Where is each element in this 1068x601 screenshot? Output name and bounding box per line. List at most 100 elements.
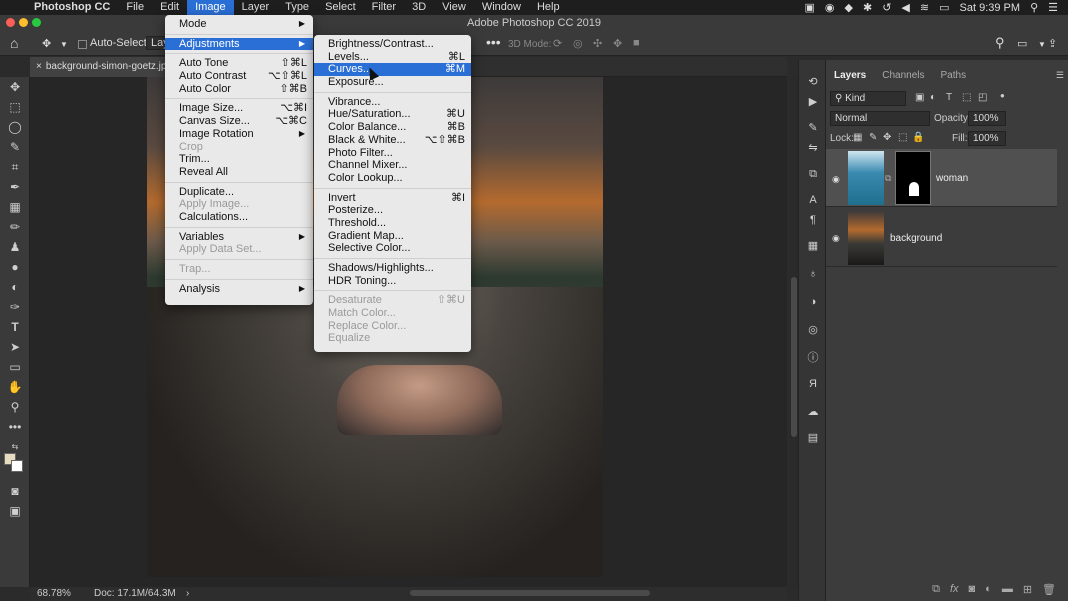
opacity-field[interactable]: 100% [968, 111, 1006, 126]
panel-menu-icon[interactable]: ☰ [1056, 70, 1064, 81]
dropbox-icon[interactable]: ◆ [845, 1, 853, 14]
tab-paths[interactable]: Paths [933, 67, 975, 85]
submenu-item-black-white[interactable]: Black & White... ⌥⇧⌘B [314, 134, 471, 147]
background-color-swatch[interactable] [11, 460, 23, 472]
swatches-icon[interactable]: ◎ [805, 322, 821, 338]
menu-image[interactable]: Image [187, 0, 234, 15]
submenu-item-curves[interactable]: Curves... ⌘M [314, 63, 471, 77]
type-tool-icon[interactable]: T [6, 319, 24, 335]
lightbulb-icon[interactable]: ♁ [805, 266, 821, 282]
link-layers-icon[interactable]: ⧉ [932, 583, 940, 596]
layer-mask-thumbnail[interactable] [895, 151, 931, 205]
marquee-tool-icon[interactable]: ⬚ [6, 99, 24, 115]
menu-item-auto-color[interactable]: Auto Color ⇧⌘B [165, 83, 313, 96]
menu-select[interactable]: Select [317, 0, 364, 15]
fill-field[interactable]: 100% [968, 131, 1006, 146]
battery-icon[interactable]: ▭ [939, 1, 949, 14]
submenu-item-color-balance[interactable]: Color Balance... ⌘B [314, 121, 471, 134]
menu-item-image-size[interactable]: Image Size... ⌥⌘I [165, 102, 313, 115]
link-icon[interactable]: ⧉ [885, 173, 891, 184]
healing-brush-tool-icon[interactable]: ▦ [6, 199, 24, 215]
submenu-item-vibrance[interactable]: Vibrance... [314, 96, 471, 109]
color-icon[interactable]: ◑ [805, 294, 821, 310]
submenu-item-posterize[interactable]: Posterize... [314, 204, 471, 217]
chevron-right-icon[interactable]: › [186, 588, 189, 599]
layer-woman[interactable]: ◉ ⧉ woman [826, 149, 1057, 207]
zoom-window-icon[interactable] [32, 18, 41, 27]
menu-item-auto-contrast[interactable]: Auto Contrast ⌥⇧⌘L [165, 70, 313, 83]
submenu-item-channel-mixer[interactable]: Channel Mixer... [314, 159, 471, 172]
filter-toggle-icon[interactable]: ● [1000, 91, 1005, 100]
menu-item-adjustments[interactable]: Adjustments ▶ [165, 37, 313, 51]
history-icon[interactable]: ⟲ [805, 74, 821, 90]
menu-item-auto-tone[interactable]: Auto Tone ⇧⌘L [165, 57, 313, 70]
close-icon[interactable]: × [36, 61, 42, 72]
quick-selection-tool-icon[interactable]: ✎ [6, 139, 24, 155]
character-icon[interactable]: A [805, 192, 821, 208]
menu-view[interactable]: View [434, 0, 474, 15]
eye-icon[interactable]: ◉ [832, 233, 840, 244]
new-layer-icon[interactable]: ⊞ [1023, 583, 1032, 596]
filter-smart-object-icon[interactable]: ◰ [978, 92, 987, 103]
menu-window[interactable]: Window [474, 0, 529, 15]
lock-position-icon[interactable]: ✥ [883, 132, 891, 143]
3d-rotate-icon[interactable]: ⟳ [553, 37, 562, 50]
document-tab[interactable]: × background-simon-goetz.jpg [30, 57, 168, 77]
search-icon[interactable]: ⚲ [995, 35, 1005, 51]
new-group-icon[interactable]: ▬ [1002, 583, 1013, 595]
submenu-item-shadows-highlights[interactable]: Shadows/Highlights... [314, 262, 471, 275]
submenu-item-color-lookup[interactable]: Color Lookup... [314, 172, 471, 185]
clone-source-icon[interactable]: ⧉ [805, 166, 821, 182]
wifi-icon[interactable]: ≋ [920, 1, 929, 14]
submenu-item-threshold[interactable]: Threshold... [314, 217, 471, 230]
bluetooth-icon[interactable]: ✱ [863, 1, 872, 14]
tab-channels[interactable]: Channels [874, 67, 932, 85]
vertical-scrollbar[interactable] [790, 77, 798, 587]
layer-background[interactable]: ◉ background [826, 209, 1057, 267]
clone-stamp-tool-icon[interactable]: ♟ [6, 239, 24, 255]
menu-item-calculations[interactable]: Calculations... [165, 211, 313, 224]
actions-icon[interactable]: ▶ [805, 94, 821, 110]
screen-mode-icon[interactable]: ▣ [6, 503, 24, 519]
vertical-scrollbar-thumb[interactable] [791, 277, 797, 437]
properties-icon[interactable]: ▤ [805, 430, 821, 446]
submenu-item-invert[interactable]: Invert ⌘I [314, 192, 471, 205]
menu-filter[interactable]: Filter [364, 0, 404, 15]
menu-3d[interactable]: 3D [404, 0, 434, 15]
submenu-item-levels[interactable]: Levels... ⌘L [314, 51, 471, 64]
menu-item-analysis[interactable]: Analysis ▶ [165, 283, 313, 296]
more-options-icon[interactable]: ••• [486, 34, 501, 50]
lock-image-icon[interactable]: ✎ [869, 132, 877, 143]
time-machine-icon[interactable]: ↺ [882, 1, 891, 14]
menu-item-reveal-all[interactable]: Reveal All [165, 166, 313, 179]
filter-type-icon[interactable]: T [946, 92, 952, 103]
filter-pixel-icon[interactable]: ▣ [915, 92, 924, 103]
camera-icon[interactable]: ▣ [805, 1, 815, 14]
info-icon[interactable]: ⓘ [805, 350, 821, 366]
filter-adjustment-icon[interactable]: ◐ [930, 92, 936, 103]
3d-drag-icon[interactable]: ✣ [593, 37, 602, 50]
new-adjustment-layer-icon[interactable]: ◐ [985, 583, 992, 595]
grid-icon[interactable]: ▦ [805, 238, 821, 254]
layer-name[interactable]: woman [936, 173, 968, 184]
volume-icon[interactable]: ◀ [901, 1, 909, 14]
menubar-clock[interactable]: Sat 9:39 PM [960, 2, 1021, 14]
minimize-window-icon[interactable] [19, 18, 28, 27]
blur-tool-icon[interactable]: ● [6, 259, 24, 275]
menu-item-duplicate[interactable]: Duplicate... [165, 186, 313, 199]
dodge-tool-icon[interactable]: ◐ [6, 279, 24, 295]
submenu-item-brightness-contrast[interactable]: Brightness/Contrast... [314, 38, 471, 51]
layer-name[interactable]: background [890, 233, 942, 244]
brush-settings-icon[interactable]: ✎ [805, 120, 821, 136]
crop-tool-icon[interactable]: ⌗ [6, 159, 24, 175]
record-icon[interactable]: ◉ [825, 1, 835, 14]
filter-kind-dropdown[interactable]: ⚲ Kind [830, 91, 906, 106]
pen-tool-icon[interactable]: ✑ [6, 299, 24, 315]
app-menu[interactable]: Photoshop CC [26, 0, 118, 15]
menu-layer[interactable]: Layer [234, 0, 278, 15]
horizontal-scrollbar-thumb[interactable] [410, 590, 650, 596]
menu-help[interactable]: Help [529, 0, 568, 15]
rectangle-tool-icon[interactable]: ▭ [6, 359, 24, 375]
submenu-item-hdr-toning[interactable]: HDR Toning... [314, 275, 471, 288]
zoom-level[interactable]: 68.78% [37, 588, 71, 599]
